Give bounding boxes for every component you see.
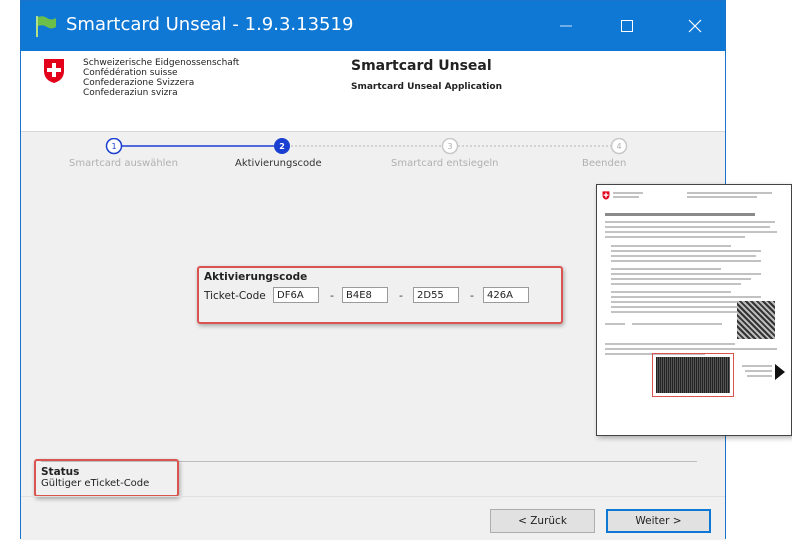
- code-separator-3: -: [470, 289, 474, 302]
- doc-text-line: [611, 283, 741, 285]
- doc-text-line: [605, 231, 777, 233]
- doc-code-highlight: [652, 353, 734, 397]
- ticket-code-field-3[interactable]: 2D55: [413, 287, 459, 303]
- doc-heading-line: [605, 213, 755, 216]
- doc-text-line: [605, 323, 625, 325]
- doc-qr-code: [737, 301, 775, 339]
- doc-text-line: [613, 192, 643, 194]
- doc-text-line: [605, 236, 745, 238]
- maximize-button[interactable]: [604, 1, 650, 51]
- step-2-label: Aktivierungscode: [235, 158, 322, 169]
- svg-text:4: 4: [616, 142, 621, 151]
- doc-text-line: [613, 196, 639, 198]
- step-4-marker: 4: [610, 138, 628, 155]
- ticket-code-label: Ticket-Code: [204, 290, 266, 302]
- doc-swiss-shield-icon: [602, 191, 610, 200]
- title-bar[interactable]: Smartcard Unseal - 1.9.3.13519: [21, 1, 725, 51]
- minimize-button[interactable]: [543, 1, 589, 51]
- code-separator-2: -: [399, 289, 403, 302]
- doc-text-line: [611, 273, 761, 275]
- doc-text-line: [611, 301, 756, 303]
- arrow-right-icon: [775, 364, 785, 380]
- close-icon: [688, 19, 702, 33]
- authority-line-fr: Confédération suisse: [83, 68, 178, 78]
- maximize-icon: [621, 20, 633, 32]
- next-button[interactable]: Weiter >: [606, 509, 711, 533]
- step-1-label: Smartcard auswählen: [69, 158, 178, 169]
- doc-text-line: [745, 370, 772, 372]
- code-separator-1: -: [330, 289, 334, 302]
- doc-text-line: [611, 291, 731, 293]
- step-1-marker: 1: [105, 138, 123, 155]
- footer-separator: [21, 496, 725, 497]
- doc-text-line: [611, 278, 751, 280]
- activation-group-title: Aktivierungscode: [204, 271, 308, 283]
- authority-line-it: Confederazione Svizzera: [83, 78, 195, 88]
- doc-text-line: [611, 255, 756, 257]
- doc-text-line: [605, 348, 777, 350]
- doc-text-line: [611, 268, 721, 270]
- doc-text-line: [747, 375, 772, 377]
- doc-text-line: [611, 260, 761, 262]
- step-track: 1 2 3 4: [105, 138, 628, 155]
- doc-text-line: [611, 250, 761, 252]
- app-flag-icon: [36, 16, 56, 37]
- step-4-label: Beenden: [582, 158, 627, 169]
- federal-authority-text: Schweizerische Eidgenossenschaft Confédé…: [83, 58, 239, 98]
- doc-text-line: [611, 296, 761, 298]
- doc-scratch-field: [656, 357, 730, 393]
- header-title: Smartcard Unseal: [351, 58, 492, 74]
- header-subtitle: Smartcard Unseal Application: [351, 82, 502, 92]
- step-indicator: 1 2 3 4 Smartcard auswählen Aktivierungs…: [21, 138, 725, 178]
- doc-text-line: [632, 323, 722, 325]
- svg-text:2: 2: [279, 142, 285, 151]
- step-2-marker: 2: [274, 138, 290, 154]
- swiss-shield-icon: [44, 59, 64, 83]
- step-3-marker: 3: [441, 138, 459, 155]
- authority-line-de: Schweizerische Eidgenossenschaft: [83, 58, 240, 68]
- authority-line-rm: Confederaziun svizra: [83, 88, 178, 98]
- doc-text-line: [605, 343, 735, 345]
- window-title: Smartcard Unseal - 1.9.3.13519: [66, 14, 354, 35]
- app-header: Schweizerische Eidgenossenschaft Confédé…: [21, 51, 725, 132]
- ticket-code-field-1[interactable]: DF6A: [273, 287, 319, 303]
- status-text: Gültiger eTicket-Code: [41, 478, 150, 489]
- svg-text:3: 3: [447, 142, 452, 151]
- step-3-label: Smartcard entsiegeln: [391, 158, 499, 169]
- minimize-icon: [560, 25, 572, 27]
- doc-text-line: [605, 226, 770, 228]
- doc-text-line: [605, 221, 775, 223]
- close-button[interactable]: [672, 1, 718, 51]
- doc-text-line: [687, 196, 757, 198]
- doc-text-line: [611, 245, 731, 247]
- svg-text:1: 1: [111, 142, 116, 151]
- ticket-code-field-4[interactable]: 426A: [483, 287, 529, 303]
- eticket-document-preview: [596, 184, 792, 436]
- status-title: Status: [41, 466, 80, 478]
- doc-text-line: [742, 365, 772, 367]
- ticket-code-field-2[interactable]: B4E8: [342, 287, 388, 303]
- doc-text-line: [687, 192, 772, 194]
- back-button[interactable]: < Zurück: [490, 509, 595, 533]
